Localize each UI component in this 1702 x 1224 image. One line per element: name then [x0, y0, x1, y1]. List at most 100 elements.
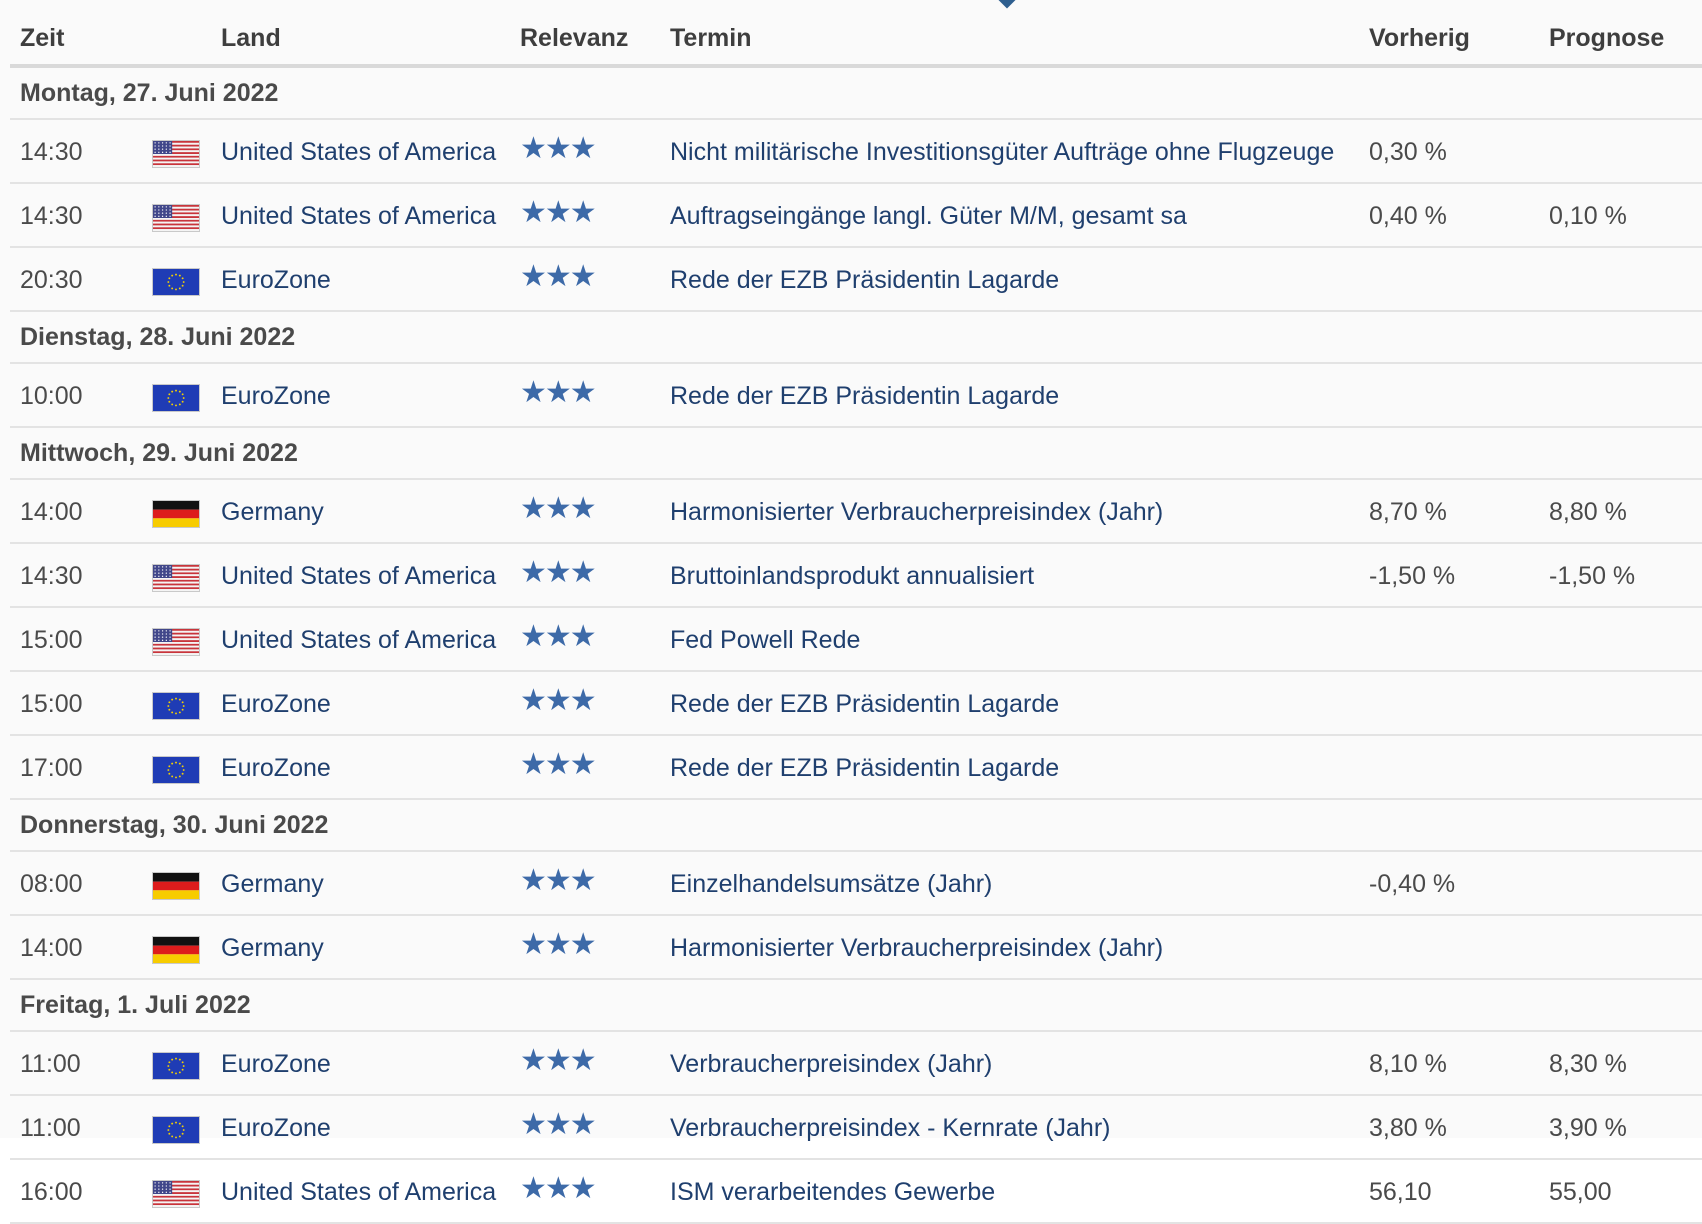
event-link[interactable]: Rede der EZB Präsidentin Lagarde — [670, 671, 1369, 736]
table-row: 17:00 EuroZone ★★★ Rede der EZB Präsiden… — [10, 735, 1702, 800]
country-link[interactable]: Germany — [221, 915, 520, 980]
forecast-value: 8,30 % — [1549, 1031, 1702, 1096]
column-header-time[interactable]: Zeit — [10, 12, 152, 68]
previous-value: 0,40 % — [1369, 183, 1549, 248]
economic-calendar-table: Zeit Land Relevanz Termin Vorherig Progn… — [10, 12, 1702, 1224]
relevance-cell: ★★★ — [520, 183, 670, 248]
relevance-cell: ★★★ — [520, 1095, 670, 1160]
event-link[interactable]: Rede der EZB Präsidentin Lagarde — [670, 247, 1369, 312]
previous-value — [1369, 363, 1549, 428]
event-time: 15:00 — [10, 671, 152, 736]
forecast-value — [1549, 607, 1702, 672]
event-time: 14:00 — [10, 479, 152, 544]
relevance-stars-icon: ★★★ — [520, 863, 597, 898]
table-header-row: Zeit Land Relevanz Termin Vorherig Progn… — [10, 12, 1702, 68]
previous-value — [1369, 607, 1549, 672]
flag-cell — [152, 671, 221, 736]
de-flag-icon — [152, 500, 200, 528]
relevance-cell: ★★★ — [520, 1159, 670, 1224]
column-header-flag — [152, 12, 221, 68]
relevance-cell: ★★★ — [520, 851, 670, 916]
flag-cell — [152, 543, 221, 608]
country-link[interactable]: EuroZone — [221, 1095, 520, 1160]
country-link[interactable]: Germany — [221, 851, 520, 916]
column-header-relevance[interactable]: Relevanz — [520, 12, 670, 68]
forecast-value: 3,90 % — [1549, 1095, 1702, 1160]
previous-value — [1369, 735, 1549, 800]
eu-flag-icon — [152, 756, 200, 784]
forecast-value — [1549, 915, 1702, 980]
dropdown-caret-icon[interactable] — [998, 0, 1016, 9]
country-link[interactable]: Germany — [221, 479, 520, 544]
relevance-stars-icon: ★★★ — [520, 683, 597, 718]
table-row: 14:30 United States of America ★★★ Auftr… — [10, 183, 1702, 248]
country-link[interactable]: United States of America — [221, 119, 520, 184]
country-link[interactable]: United States of America — [221, 607, 520, 672]
table-row: 14:00 Germany ★★★ Harmonisierter Verbrau… — [10, 915, 1702, 980]
country-link[interactable]: EuroZone — [221, 1031, 520, 1096]
day-label: Mittwoch, 29. Juni 2022 — [10, 427, 1702, 480]
flag-cell — [152, 247, 221, 312]
country-link[interactable]: EuroZone — [221, 671, 520, 736]
country-link[interactable]: United States of America — [221, 183, 520, 248]
flag-cell — [152, 1159, 221, 1224]
event-link[interactable]: Bruttoinlandsprodukt annualisiert — [670, 543, 1369, 608]
us-flag-icon — [152, 140, 200, 168]
event-time: 17:00 — [10, 735, 152, 800]
event-link[interactable]: Auftragseingänge langl. Güter M/M, gesam… — [670, 183, 1369, 248]
country-link[interactable]: EuroZone — [221, 363, 520, 428]
flag-cell — [152, 735, 221, 800]
event-link[interactable]: Verbraucherpreisindex (Jahr) — [670, 1031, 1369, 1096]
event-link[interactable]: Harmonisierter Verbraucherpreisindex (Ja… — [670, 915, 1369, 980]
forecast-value — [1549, 247, 1702, 312]
day-header-row: Montag, 27. Juni 2022 — [10, 66, 1702, 120]
event-time: 14:00 — [10, 915, 152, 980]
column-header-previous[interactable]: Vorherig — [1369, 12, 1549, 68]
column-header-country[interactable]: Land — [221, 12, 520, 68]
previous-value: 8,10 % — [1369, 1031, 1549, 1096]
forecast-value: 8,80 % — [1549, 479, 1702, 544]
event-link[interactable]: Rede der EZB Präsidentin Lagarde — [670, 363, 1369, 428]
event-time: 08:00 — [10, 851, 152, 916]
eu-flag-icon — [152, 692, 200, 720]
flag-cell — [152, 1095, 221, 1160]
relevance-stars-icon: ★★★ — [520, 131, 597, 166]
event-link[interactable]: Einzelhandelsumsätze (Jahr) — [670, 851, 1369, 916]
event-link[interactable]: Nicht militärische Investitionsgüter Auf… — [670, 119, 1369, 184]
country-link[interactable]: EuroZone — [221, 247, 520, 312]
us-flag-icon — [152, 564, 200, 592]
relevance-cell: ★★★ — [520, 479, 670, 544]
event-link[interactable]: Fed Powell Rede — [670, 607, 1369, 672]
relevance-stars-icon: ★★★ — [520, 619, 597, 654]
event-link[interactable]: Rede der EZB Präsidentin Lagarde — [670, 735, 1369, 800]
relevance-stars-icon: ★★★ — [520, 195, 597, 230]
relevance-cell: ★★★ — [520, 915, 670, 980]
table-row: 20:30 EuroZone ★★★ Rede der EZB Präsiden… — [10, 247, 1702, 312]
flag-cell — [152, 915, 221, 980]
event-link[interactable]: Verbraucherpreisindex - Kernrate (Jahr) — [670, 1095, 1369, 1160]
relevance-cell: ★★★ — [520, 735, 670, 800]
relevance-stars-icon: ★★★ — [520, 491, 597, 526]
forecast-value — [1549, 735, 1702, 800]
previous-value — [1369, 915, 1549, 980]
column-header-event[interactable]: Termin — [670, 12, 1369, 68]
column-header-forecast[interactable]: Prognose — [1549, 12, 1702, 68]
us-flag-icon — [152, 1180, 200, 1208]
country-link[interactable]: United States of America — [221, 1159, 520, 1224]
event-link[interactable]: ISM verarbeitendes Gewerbe — [670, 1159, 1369, 1224]
day-header-row: Freitag, 1. Juli 2022 — [10, 979, 1702, 1032]
previous-value — [1369, 671, 1549, 736]
relevance-stars-icon: ★★★ — [520, 927, 597, 962]
forecast-value — [1549, 119, 1702, 184]
day-label: Freitag, 1. Juli 2022 — [10, 979, 1702, 1032]
event-link[interactable]: Harmonisierter Verbraucherpreisindex (Ja… — [670, 479, 1369, 544]
eu-flag-icon — [152, 1116, 200, 1144]
country-link[interactable]: EuroZone — [221, 735, 520, 800]
relevance-stars-icon: ★★★ — [520, 555, 597, 590]
previous-value: 56,10 — [1369, 1159, 1549, 1224]
country-link[interactable]: United States of America — [221, 543, 520, 608]
event-time: 15:00 — [10, 607, 152, 672]
event-time: 14:30 — [10, 183, 152, 248]
event-time: 14:30 — [10, 119, 152, 184]
flag-cell — [152, 607, 221, 672]
